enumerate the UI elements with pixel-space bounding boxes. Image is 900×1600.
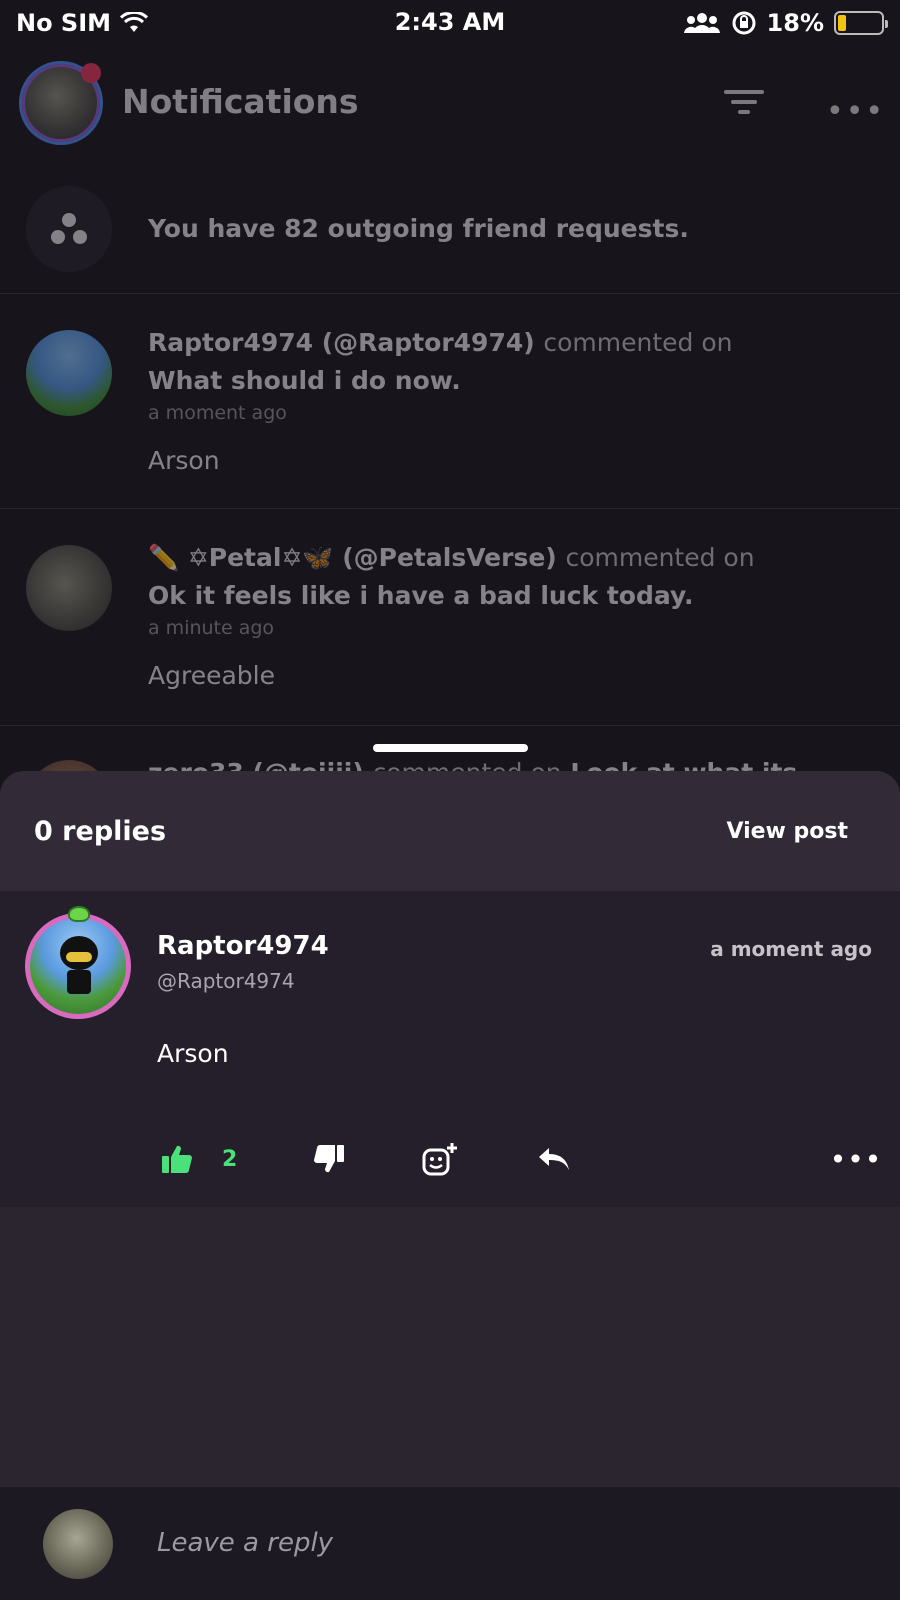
reply-bar bbox=[0, 1486, 900, 1600]
battery-level bbox=[838, 15, 846, 31]
sheet-drag-handle[interactable] bbox=[373, 744, 528, 752]
app-header: Notifications ••• bbox=[0, 46, 900, 164]
notification-time: a moment ago bbox=[148, 402, 287, 424]
page-title: Notifications bbox=[122, 82, 359, 121]
notification-item[interactable]: Raptor4974 (@Raptor4974) commented on Wh… bbox=[0, 294, 900, 509]
comment-text: Arson bbox=[157, 1039, 229, 1068]
frog-badge-icon bbox=[68, 906, 90, 922]
notification-post: What should i do now. bbox=[148, 366, 461, 395]
people-group-icon bbox=[26, 186, 112, 272]
more-icon[interactable]: ••• bbox=[826, 94, 885, 129]
people-icon bbox=[683, 13, 720, 33]
replies-count: 0 replies bbox=[34, 815, 167, 847]
reply-icon[interactable] bbox=[532, 1131, 576, 1187]
replies-sheet: 0 replies View post Raptor4974 @Raptor49… bbox=[0, 771, 900, 1600]
battery-percent: 18% bbox=[766, 9, 824, 37]
notification-body: Arson bbox=[148, 446, 220, 475]
like-count: 2 bbox=[222, 1146, 238, 1172]
notifications-page: Notifications ••• You have 82 outgoing f… bbox=[0, 46, 900, 786]
wifi-icon bbox=[120, 12, 149, 32]
sheet-header: 0 replies View post bbox=[0, 771, 900, 891]
carrier-label: No SIM bbox=[16, 9, 112, 37]
notification-action: commented on bbox=[543, 328, 733, 357]
comment: Raptor4974 @Raptor4974 a moment ago Arso… bbox=[0, 891, 900, 1207]
notification-time: a minute ago bbox=[148, 617, 275, 639]
notification-text: ✏️ ✡Petal✡🦋 (@PetalsVerse) commented on … bbox=[148, 539, 798, 615]
notification-dot bbox=[81, 63, 101, 83]
battery-icon bbox=[834, 11, 888, 35]
view-post-button[interactable]: View post bbox=[726, 819, 848, 844]
notification-body: Agreeable bbox=[148, 661, 275, 690]
comment-handle: @Raptor4974 bbox=[157, 969, 295, 993]
notification-user: ✏️ ✡Petal✡🦋 (@PetalsVerse) bbox=[148, 543, 557, 572]
avatar bbox=[26, 330, 112, 416]
comment-author[interactable]: Raptor4974 bbox=[157, 931, 329, 961]
comment-time: a moment ago bbox=[710, 937, 872, 961]
notification-action: commented on bbox=[565, 543, 755, 572]
avatar-figure bbox=[60, 936, 98, 994]
notification-user: Raptor4974 (@Raptor4974) bbox=[148, 328, 535, 357]
profile-avatar[interactable] bbox=[22, 63, 101, 142]
filter-icon[interactable] bbox=[724, 90, 764, 120]
comment-actions: 2 ••• bbox=[0, 1131, 900, 1191]
avatar bbox=[26, 545, 112, 631]
add-reaction-icon[interactable] bbox=[418, 1131, 462, 1187]
comment-more-icon[interactable]: ••• bbox=[830, 1131, 882, 1187]
notification-post: Ok it feels like i have a bad luck today… bbox=[148, 581, 694, 610]
friend-requests-item[interactable]: You have 82 outgoing friend requests. bbox=[0, 164, 900, 294]
avatar[interactable] bbox=[25, 906, 131, 1019]
avatar bbox=[43, 1509, 113, 1579]
thumbs-down-icon[interactable] bbox=[307, 1131, 351, 1187]
thumbs-up-icon[interactable] bbox=[155, 1131, 199, 1187]
status-bar: No SIM 2:43 AM 18% bbox=[0, 0, 900, 46]
reply-input[interactable] bbox=[157, 1521, 857, 1565]
notification-text: Raptor4974 (@Raptor4974) commented on Wh… bbox=[148, 324, 798, 400]
notification-item[interactable]: ✏️ ✡Petal✡🦋 (@PetalsVerse) commented on … bbox=[0, 509, 900, 726]
friend-requests-text: You have 82 outgoing friend requests. bbox=[148, 214, 689, 243]
orientation-lock-icon bbox=[732, 11, 756, 35]
